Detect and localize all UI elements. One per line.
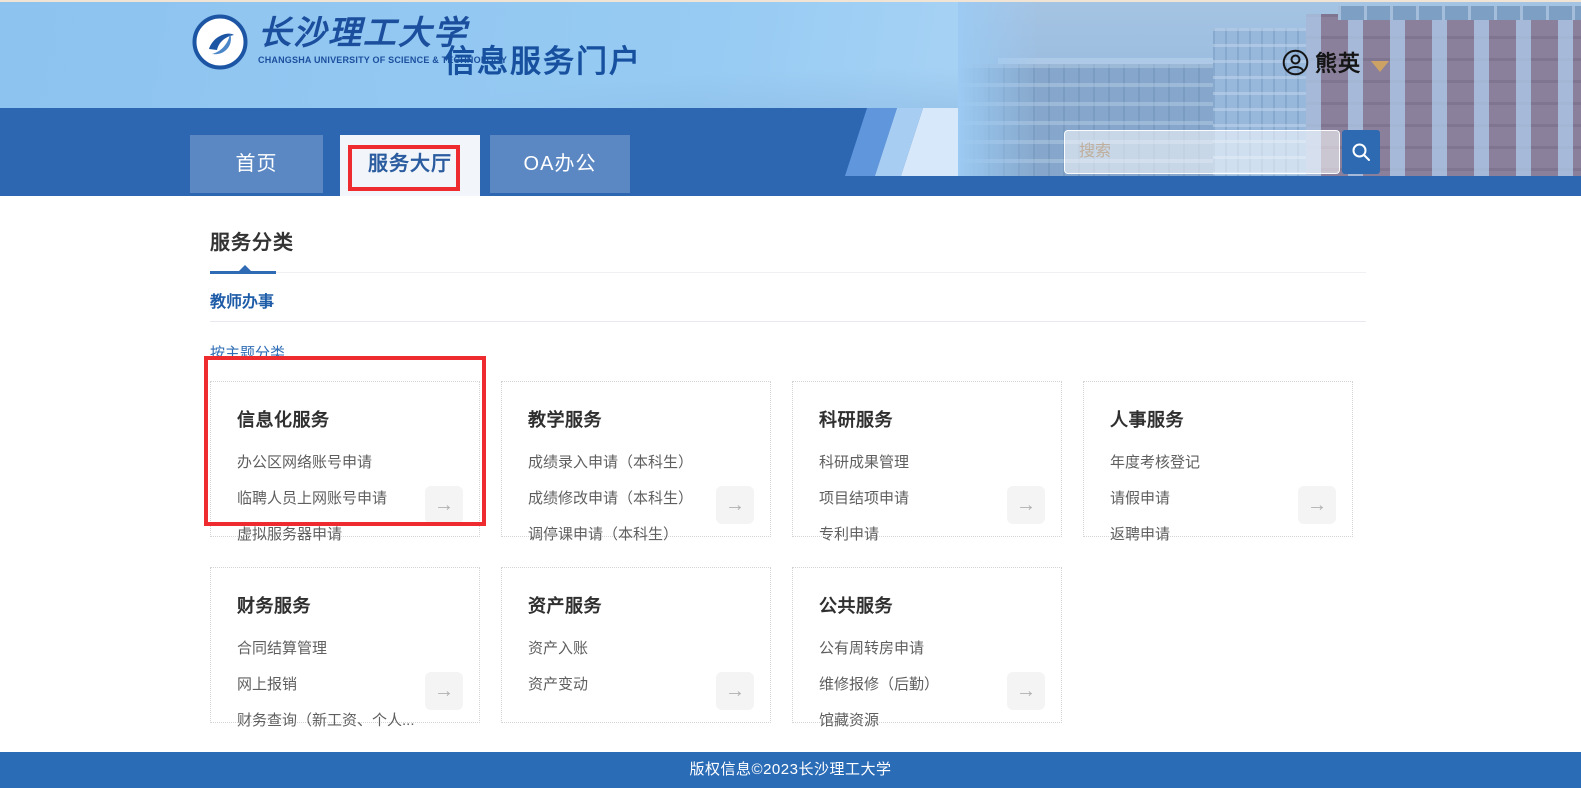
card-asset-services: 资产服务 资产入账 资产变动 → <box>501 567 771 723</box>
audience-tab-teacher[interactable]: 教师办事 <box>210 288 274 312</box>
search-input[interactable] <box>1064 130 1340 174</box>
service-link[interactable]: 科研成果管理 <box>819 451 1037 472</box>
section-divider <box>210 321 1366 322</box>
service-link[interactable]: 资产变动 <box>528 673 746 694</box>
group-by-theme-link[interactable]: 按主题分类 <box>210 342 285 363</box>
university-name-en: CHANGSHA UNIVERSITY OF SCIENCE & TECHNOL… <box>258 55 454 65</box>
card-info-services: 信息化服务 办公区网络账号申请 临聘人员上网账号申请 虚拟服务器申请 → <box>210 381 480 537</box>
card-title: 公共服务 <box>819 592 1037 618</box>
user-name: 熊英 <box>1315 46 1361 78</box>
arrow-right-icon[interactable]: → <box>1007 672 1045 710</box>
service-link[interactable]: 虚拟服务器申请 <box>237 523 455 544</box>
card-teaching-services: 教学服务 成绩录入申请（本科生） 成绩修改申请（本科生） 调停课申请（本科生） … <box>501 381 771 537</box>
arrow-right-icon[interactable]: → <box>425 486 463 524</box>
rule-arrow-marker <box>238 265 252 272</box>
card-title: 财务服务 <box>237 592 455 618</box>
service-link[interactable]: 网上报销 <box>237 673 455 694</box>
arrow-right-icon[interactable]: → <box>1007 486 1045 524</box>
page-header: 长沙理工大学 CHANGSHA UNIVERSITY OF SCIENCE & … <box>0 0 1581 196</box>
card-public-services: 公共服务 公有周转房申请 维修报修（后勤） 馆藏资源 → <box>792 567 1062 723</box>
service-link[interactable]: 合同结算管理 <box>237 637 455 658</box>
university-name-block: 长沙理工大学 CHANGSHA UNIVERSITY OF SCIENCE & … <box>258 14 454 65</box>
main-content: 服务分类 教师办事 按主题分类 信息化服务 办公区网络账号申请 临聘人员上网账号… <box>0 196 1581 752</box>
portal-title: 信息服务门户 <box>444 36 642 81</box>
university-name-cn: 长沙理工大学 <box>258 14 454 52</box>
service-link[interactable]: 办公区网络账号申请 <box>237 451 455 472</box>
caret-down-icon <box>1371 61 1389 72</box>
service-link[interactable]: 调停课申请（本科生） <box>528 523 746 544</box>
section-title-rule <box>210 271 1366 274</box>
arrow-right-icon[interactable]: → <box>425 672 463 710</box>
service-link[interactable]: 馆藏资源 <box>819 709 1037 730</box>
copyright-text: 版权信息©2023长沙理工大学 <box>690 761 892 778</box>
service-link[interactable]: 请假申请 <box>1110 487 1328 508</box>
arrow-right-icon[interactable]: → <box>1298 486 1336 524</box>
university-emblem-icon <box>192 14 248 70</box>
service-link[interactable]: 成绩修改申请（本科生） <box>528 487 746 508</box>
service-link[interactable]: 项目结项申请 <box>819 487 1037 508</box>
search-icon <box>1351 142 1371 162</box>
service-link[interactable]: 维修报修（后勤） <box>819 673 1037 694</box>
tab-service-hall[interactable]: 服务大厅 <box>340 135 480 196</box>
service-link[interactable]: 公有周转房申请 <box>819 637 1037 658</box>
service-link[interactable]: 临聘人员上网账号申请 <box>237 487 455 508</box>
search-button[interactable] <box>1342 130 1380 174</box>
card-title: 人事服务 <box>1110 406 1328 432</box>
service-card-grid: 信息化服务 办公区网络账号申请 临聘人员上网账号申请 虚拟服务器申请 → 教学服… <box>210 381 1366 723</box>
card-research-services: 科研服务 科研成果管理 项目结项申请 专利申请 → <box>792 381 1062 537</box>
tab-home[interactable]: 首页 <box>190 135 323 193</box>
footer: 版权信息©2023长沙理工大学 <box>0 752 1581 788</box>
service-link[interactable]: 年度考核登记 <box>1110 451 1328 472</box>
tab-oa-office[interactable]: OA办公 <box>490 135 630 193</box>
service-link[interactable]: 返聘申请 <box>1110 523 1328 544</box>
card-title: 信息化服务 <box>237 406 455 432</box>
university-logo[interactable]: 长沙理工大学 CHANGSHA UNIVERSITY OF SCIENCE & … <box>192 14 454 70</box>
card-title: 科研服务 <box>819 406 1037 432</box>
card-title: 资产服务 <box>528 592 746 618</box>
user-menu[interactable]: 熊英 <box>1282 46 1389 78</box>
arrow-right-icon[interactable]: → <box>716 672 754 710</box>
arrow-right-icon[interactable]: → <box>716 486 754 524</box>
section-title: 服务分类 <box>210 226 1366 255</box>
service-link[interactable]: 专利申请 <box>819 523 1037 544</box>
service-link[interactable]: 资产入账 <box>528 637 746 658</box>
card-hr-services: 人事服务 年度考核登记 请假申请 返聘申请 → <box>1083 381 1353 537</box>
rule-gray-line <box>210 272 1366 273</box>
search-bar <box>1064 130 1380 174</box>
service-link[interactable]: 成绩录入申请（本科生） <box>528 451 746 472</box>
user-avatar-icon <box>1282 49 1309 76</box>
service-link[interactable]: 财务查询（新工资、个人... <box>237 709 455 730</box>
card-finance-services: 财务服务 合同结算管理 网上报销 财务查询（新工资、个人... → <box>210 567 480 723</box>
card-title: 教学服务 <box>528 406 746 432</box>
